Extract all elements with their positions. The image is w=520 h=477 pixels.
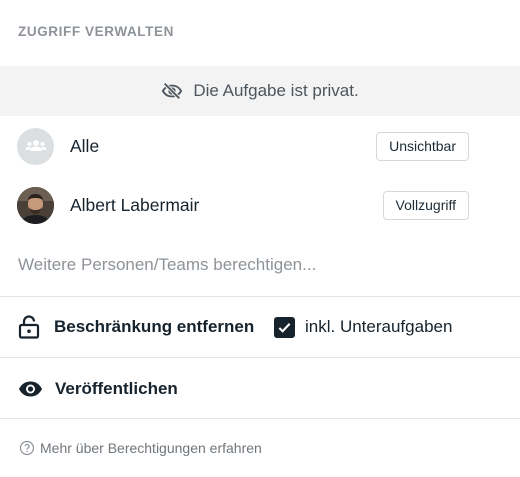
person-name: Albert Labermair — [70, 194, 200, 215]
checkbox[interactable] — [274, 316, 295, 338]
help-link[interactable]: Mehr über Berechtigungen erfahren — [19, 440, 262, 456]
access-row-albert: Albert Labermair Vollzugriff — [0, 180, 520, 230]
help-circle-icon — [19, 440, 35, 456]
checkmark-icon — [278, 322, 291, 333]
divider — [0, 418, 520, 419]
private-banner: Die Aufgabe ist privat. — [0, 66, 520, 116]
eye-off-icon — [162, 82, 183, 100]
invite-input[interactable] — [18, 252, 498, 278]
access-level-button[interactable]: Unsichtbar — [376, 131, 469, 161]
include-subtasks-label: inkl. Unteraufgaben — [305, 317, 453, 336]
group-avatar — [17, 127, 54, 165]
group-icon — [25, 140, 46, 151]
eye-icon — [19, 381, 42, 397]
remove-restriction-label: Beschränkung entfernen — [54, 317, 255, 336]
user-photo — [17, 186, 54, 224]
panel-title: ZUGRIFF VERWALTEN — [18, 24, 174, 39]
access-row-all: Alle Unsichtbar — [0, 121, 520, 171]
person-name: Alle — [70, 135, 100, 156]
avatar — [17, 186, 54, 224]
private-banner-text: Die Aufgabe ist privat. — [193, 81, 359, 100]
include-subtasks-checkbox[interactable]: inkl. Unteraufgaben — [274, 314, 452, 340]
publish-button[interactable]: Veröffentlichen — [18, 375, 178, 403]
divider — [0, 357, 520, 358]
publish-label: Veröffentlichen — [55, 379, 178, 398]
divider — [0, 296, 520, 297]
unlock-icon — [18, 315, 40, 339]
remove-restriction-button[interactable]: Beschränkung entfernen — [18, 313, 254, 341]
help-link-text: Mehr über Berechtigungen erfahren — [40, 440, 262, 456]
access-level-button[interactable]: Vollzugriff — [382, 190, 469, 220]
